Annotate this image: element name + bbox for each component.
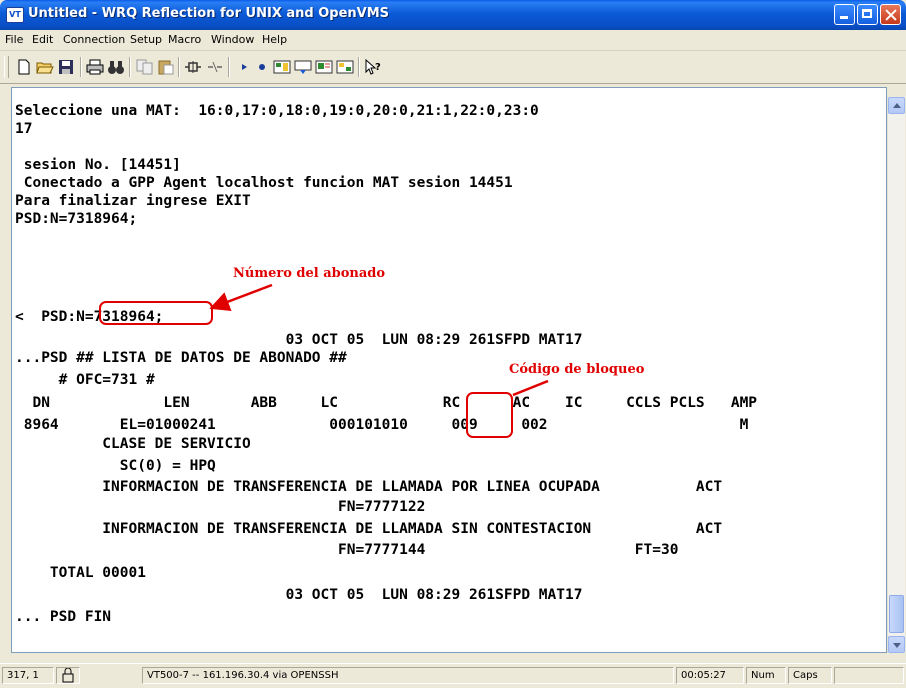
annotation-arrows [209, 283, 549, 397]
status-cell-empty [834, 667, 904, 684]
elapsed-time: 00:05:27 [676, 667, 744, 684]
padlock-icon [56, 667, 80, 684]
scroll-down-icon[interactable] [888, 636, 905, 653]
status-bar: 317, 1 VT500-7 -- 161.196.30.4 via OPENS… [0, 663, 906, 688]
scroll-up-icon[interactable] [888, 97, 905, 114]
arrow-to-subscriber-number [209, 283, 273, 312]
vertical-scrollbar[interactable] [887, 97, 905, 653]
connection-status: VT500-7 -- 161.196.30.4 via OPENSSH [142, 667, 674, 684]
caps-lock-indicator: Caps [788, 667, 832, 684]
cursor-position: 317, 1 [2, 667, 54, 684]
num-lock-indicator: Num [746, 667, 786, 684]
scroll-thumb[interactable] [889, 595, 904, 633]
arrow-to-block-code [512, 379, 549, 397]
